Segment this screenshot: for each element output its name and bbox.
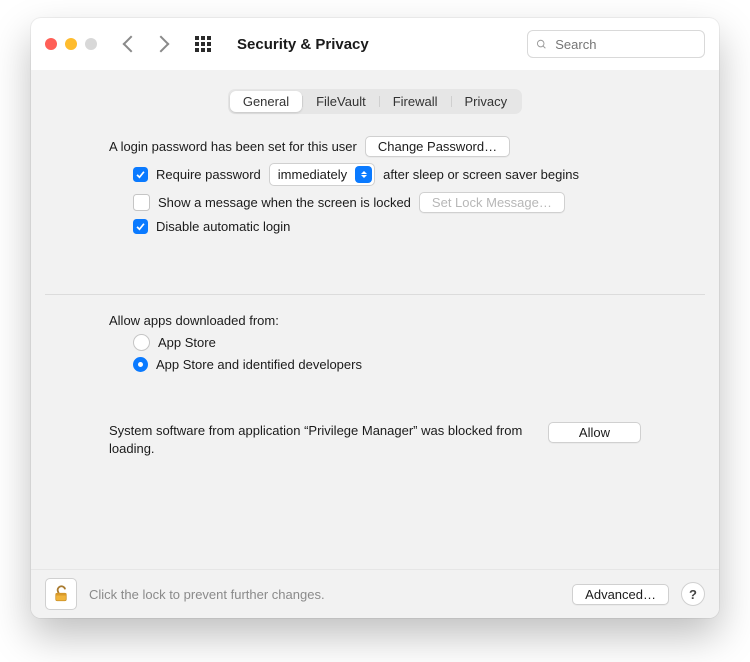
lock-button[interactable] [45,578,77,610]
forward-button[interactable] [153,36,170,53]
tab-filevault[interactable]: FileVault [303,91,379,112]
tab-privacy[interactable]: Privacy [452,91,521,112]
radio-identified-developers[interactable] [133,357,148,372]
show-lock-message-label: Show a message when the screen is locked [158,195,411,210]
disable-auto-login-label: Disable automatic login [156,219,290,234]
stepper-icon [355,166,372,183]
section-divider [45,294,705,295]
preferences-window: Security & Privacy General FileVault Fir… [31,18,719,618]
require-password-delay-popup[interactable]: immediately [269,163,375,186]
blocked-software-row: System software from application “Privil… [45,422,705,457]
zoom-window-button [85,38,97,50]
radio-app-store-label: App Store [158,335,216,350]
radio-identified-developers-label: App Store and identified developers [156,357,362,372]
tab-general[interactable]: General [230,91,302,112]
close-window-button[interactable] [45,38,57,50]
require-password-delay-value: immediately [278,167,353,182]
login-password-section: A login password has been set for this u… [45,136,705,240]
toolbar: Security & Privacy [31,18,719,71]
allow-apps-section: Allow apps downloaded from: App Store Ap… [45,313,705,378]
check-icon [135,169,146,180]
lock-hint: Click the lock to prevent further change… [89,587,325,602]
check-icon [135,221,146,232]
show-all-prefs-button[interactable] [195,36,211,52]
allow-blocked-software-button[interactable]: Allow [548,422,641,443]
require-password-checkbox[interactable] [133,167,148,182]
require-password-label-before: Require password [156,167,261,182]
nav-arrows [125,38,167,50]
lock-open-icon [52,585,70,603]
help-button[interactable]: ? [681,582,705,606]
search-icon [536,38,547,51]
window-controls [45,38,97,50]
password-set-label: A login password has been set for this u… [109,139,357,154]
advanced-button[interactable]: Advanced… [572,584,669,605]
radio-app-store[interactable] [133,334,150,351]
minimize-window-button[interactable] [65,38,77,50]
footer: Click the lock to prevent further change… [31,569,719,618]
content-area: General FileVault Firewall Privacy A log… [31,71,719,569]
allow-apps-heading: Allow apps downloaded from: [109,313,279,328]
tab-firewall[interactable]: Firewall [380,91,451,112]
tab-bar: General FileVault Firewall Privacy [45,89,705,114]
search-field[interactable] [527,30,705,58]
disable-auto-login-checkbox[interactable] [133,219,148,234]
window-title: Security & Privacy [237,36,369,53]
show-lock-message-checkbox[interactable] [133,194,150,211]
back-button[interactable] [123,36,140,53]
search-input[interactable] [553,36,696,53]
set-lock-message-button: Set Lock Message… [419,192,565,213]
blocked-software-message: System software from application “Privil… [109,422,528,457]
require-password-label-after: after sleep or screen saver begins [383,167,579,182]
change-password-button[interactable]: Change Password… [365,136,510,157]
